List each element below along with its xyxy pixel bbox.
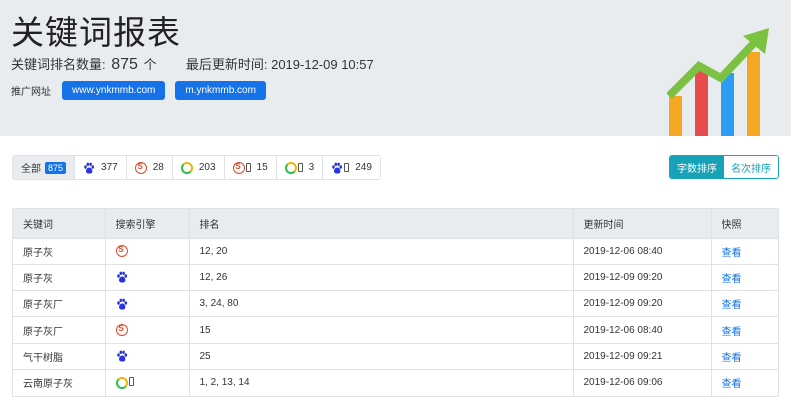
snapshot-cell: 查看 [711,263,778,291]
engine-cell [105,290,190,317]
column-header-rank: 排名 [189,209,574,238]
updated-cell: 2019-12-09 09:21 [573,342,712,370]
table-row: 云南原子灰 1, 2, 13, 14 2019-12-06 09:06 查看 [13,368,778,396]
column-header-snapshot: 快照 [711,209,778,238]
filter-360-mobile-count: 3 [308,162,315,173]
table-row: 原子灰厂 3, 24, 80 2019-12-09 09:20 查看 [13,290,778,317]
snapshot-link[interactable]: 查看 [722,248,742,259]
engine-cell [105,368,190,396]
sort-toggle-group: 字数排序 名次排序 [669,155,779,179]
filter-all[interactable]: 全部 875 [13,156,76,179]
filter-360-mobile[interactable]: 3 [276,156,324,179]
baidu-mobile-icon [332,162,343,174]
updated-cell: 2019-12-09 09:20 [573,290,712,317]
keyword-table: 关键词 搜索引擎 排名 更新时间 快照 原子灰12, 202019-12-06 … [12,208,779,397]
snapshot-link[interactable]: 查看 [722,274,742,285]
promo-urls: 推广网址 www.ynkmmb.com m.ynkmmb.com [11,81,266,100]
filter-360-count: 203 [198,162,216,173]
360-search-icon [180,161,193,174]
promo-site-www[interactable]: www.ynkmmb.com [62,81,166,100]
keyword-cell: 原子灰 [13,237,106,265]
360-mobile-icon [115,376,128,389]
sort-by-words-button[interactable]: 字数排序 [670,156,724,178]
column-header-keyword: 关键词 [13,209,106,238]
keyword-count-label: 关键词排名数量: [11,57,106,72]
page-header: 关键词报表 关键词排名数量: 875 个 最后更新时间: 2019-12-09 … [0,0,791,136]
keyword-cell: 气干树脂 [13,342,106,370]
phone-icon [297,163,303,172]
sogou-mobile-icon [232,161,245,174]
table-header-row: 关键词 搜索引擎 排名 更新时间 快照 [13,209,778,238]
table-row: 原子灰 12, 26 2019-12-09 09:20 查看 [13,263,778,291]
engine-filter-bar: 全部 875 377 28 203 15 3 249 [12,155,381,180]
updated-cell: 2019-12-09 09:20 [573,263,712,291]
filter-sogou-count: 28 [152,162,164,173]
filter-baidu-mobile-count: 249 [355,162,372,173]
rank-cell: 15 [189,316,574,344]
table-row: 气干树脂 25 2019-12-09 09:21 查看 [13,342,778,370]
page-title: 关键词报表 [11,14,181,51]
filter-360[interactable]: 203 [172,156,225,179]
360-mobile-icon [284,161,297,174]
filter-sogou[interactable]: 28 [126,156,173,179]
sogou-icon [134,161,147,174]
rank-cell: 12, 26 [189,263,574,291]
sort-by-rank-button[interactable]: 名次排序 [724,156,778,178]
promo-label: 推广网址 [11,87,51,98]
keyword-cell: 云南原子灰 [13,368,106,396]
filter-sogou-mobile[interactable]: 15 [224,156,277,179]
phone-icon [245,163,251,172]
rank-cell: 1, 2, 13, 14 [189,368,574,396]
snapshot-cell: 查看 [711,316,778,344]
keyword-count: 875 [111,56,138,73]
filter-sogou-mobile-count: 15 [256,162,268,173]
table-row: 原子灰 12, 202019-12-06 08:40 查看 [13,237,778,265]
keyword-count-unit: 个 [143,57,157,72]
keyword-cell: 原子灰厂 [13,316,106,344]
engine-cell [105,316,190,344]
column-header-engine: 搜索引擎 [105,209,190,238]
sogou-icon [115,245,128,258]
snapshot-cell: 查看 [711,368,778,396]
filter-baidu-mobile[interactable]: 249 [323,156,380,179]
updated-cell: 2019-12-06 08:40 [573,316,712,344]
filter-baidu[interactable]: 377 [75,156,127,179]
keyword-cell: 原子灰厂 [13,290,106,317]
snapshot-link[interactable]: 查看 [722,327,742,338]
report-stats: 关键词排名数量: 875 个 最后更新时间: 2019-12-09 10:57 [11,54,374,74]
promo-site-mobile[interactable]: m.ynkmmb.com [175,81,266,100]
last-update-label: 最后更新时间: [185,57,268,72]
rank-cell: 3, 24, 80 [189,290,574,317]
baidu-paw-icon [116,272,127,284]
phone-icon [344,163,350,172]
baidu-paw-icon [116,298,127,310]
engine-cell [105,342,190,370]
filter-all-label: 全部 [21,164,41,175]
snapshot-link[interactable]: 查看 [722,379,742,390]
growth-chart-icon [667,28,769,136]
column-header-updated: 更新时间 [573,209,712,238]
snapshot-cell: 查看 [711,237,778,265]
rank-cell: 12, 20 [189,237,574,265]
engine-cell [105,237,190,265]
table-row: 原子灰厂 152019-12-06 08:40 查看 [13,316,778,344]
filter-baidu-count: 377 [101,162,118,173]
baidu-paw-icon [116,350,127,362]
sogou-icon [115,324,128,337]
phone-icon [128,376,134,386]
updated-cell: 2019-12-06 09:06 [573,368,712,396]
snapshot-cell: 查看 [711,290,778,317]
rank-cell: 25 [189,342,574,370]
updated-cell: 2019-12-06 08:40 [573,237,712,265]
snapshot-cell: 查看 [711,342,778,370]
snapshot-link[interactable]: 查看 [722,300,742,311]
filter-all-count: 875 [45,161,67,174]
engine-cell [105,263,190,291]
baidu-paw-icon [84,162,95,174]
snapshot-link[interactable]: 查看 [722,353,742,364]
keyword-cell: 原子灰 [13,263,106,291]
last-update-time: 2019-12-09 10:57 [271,57,374,72]
